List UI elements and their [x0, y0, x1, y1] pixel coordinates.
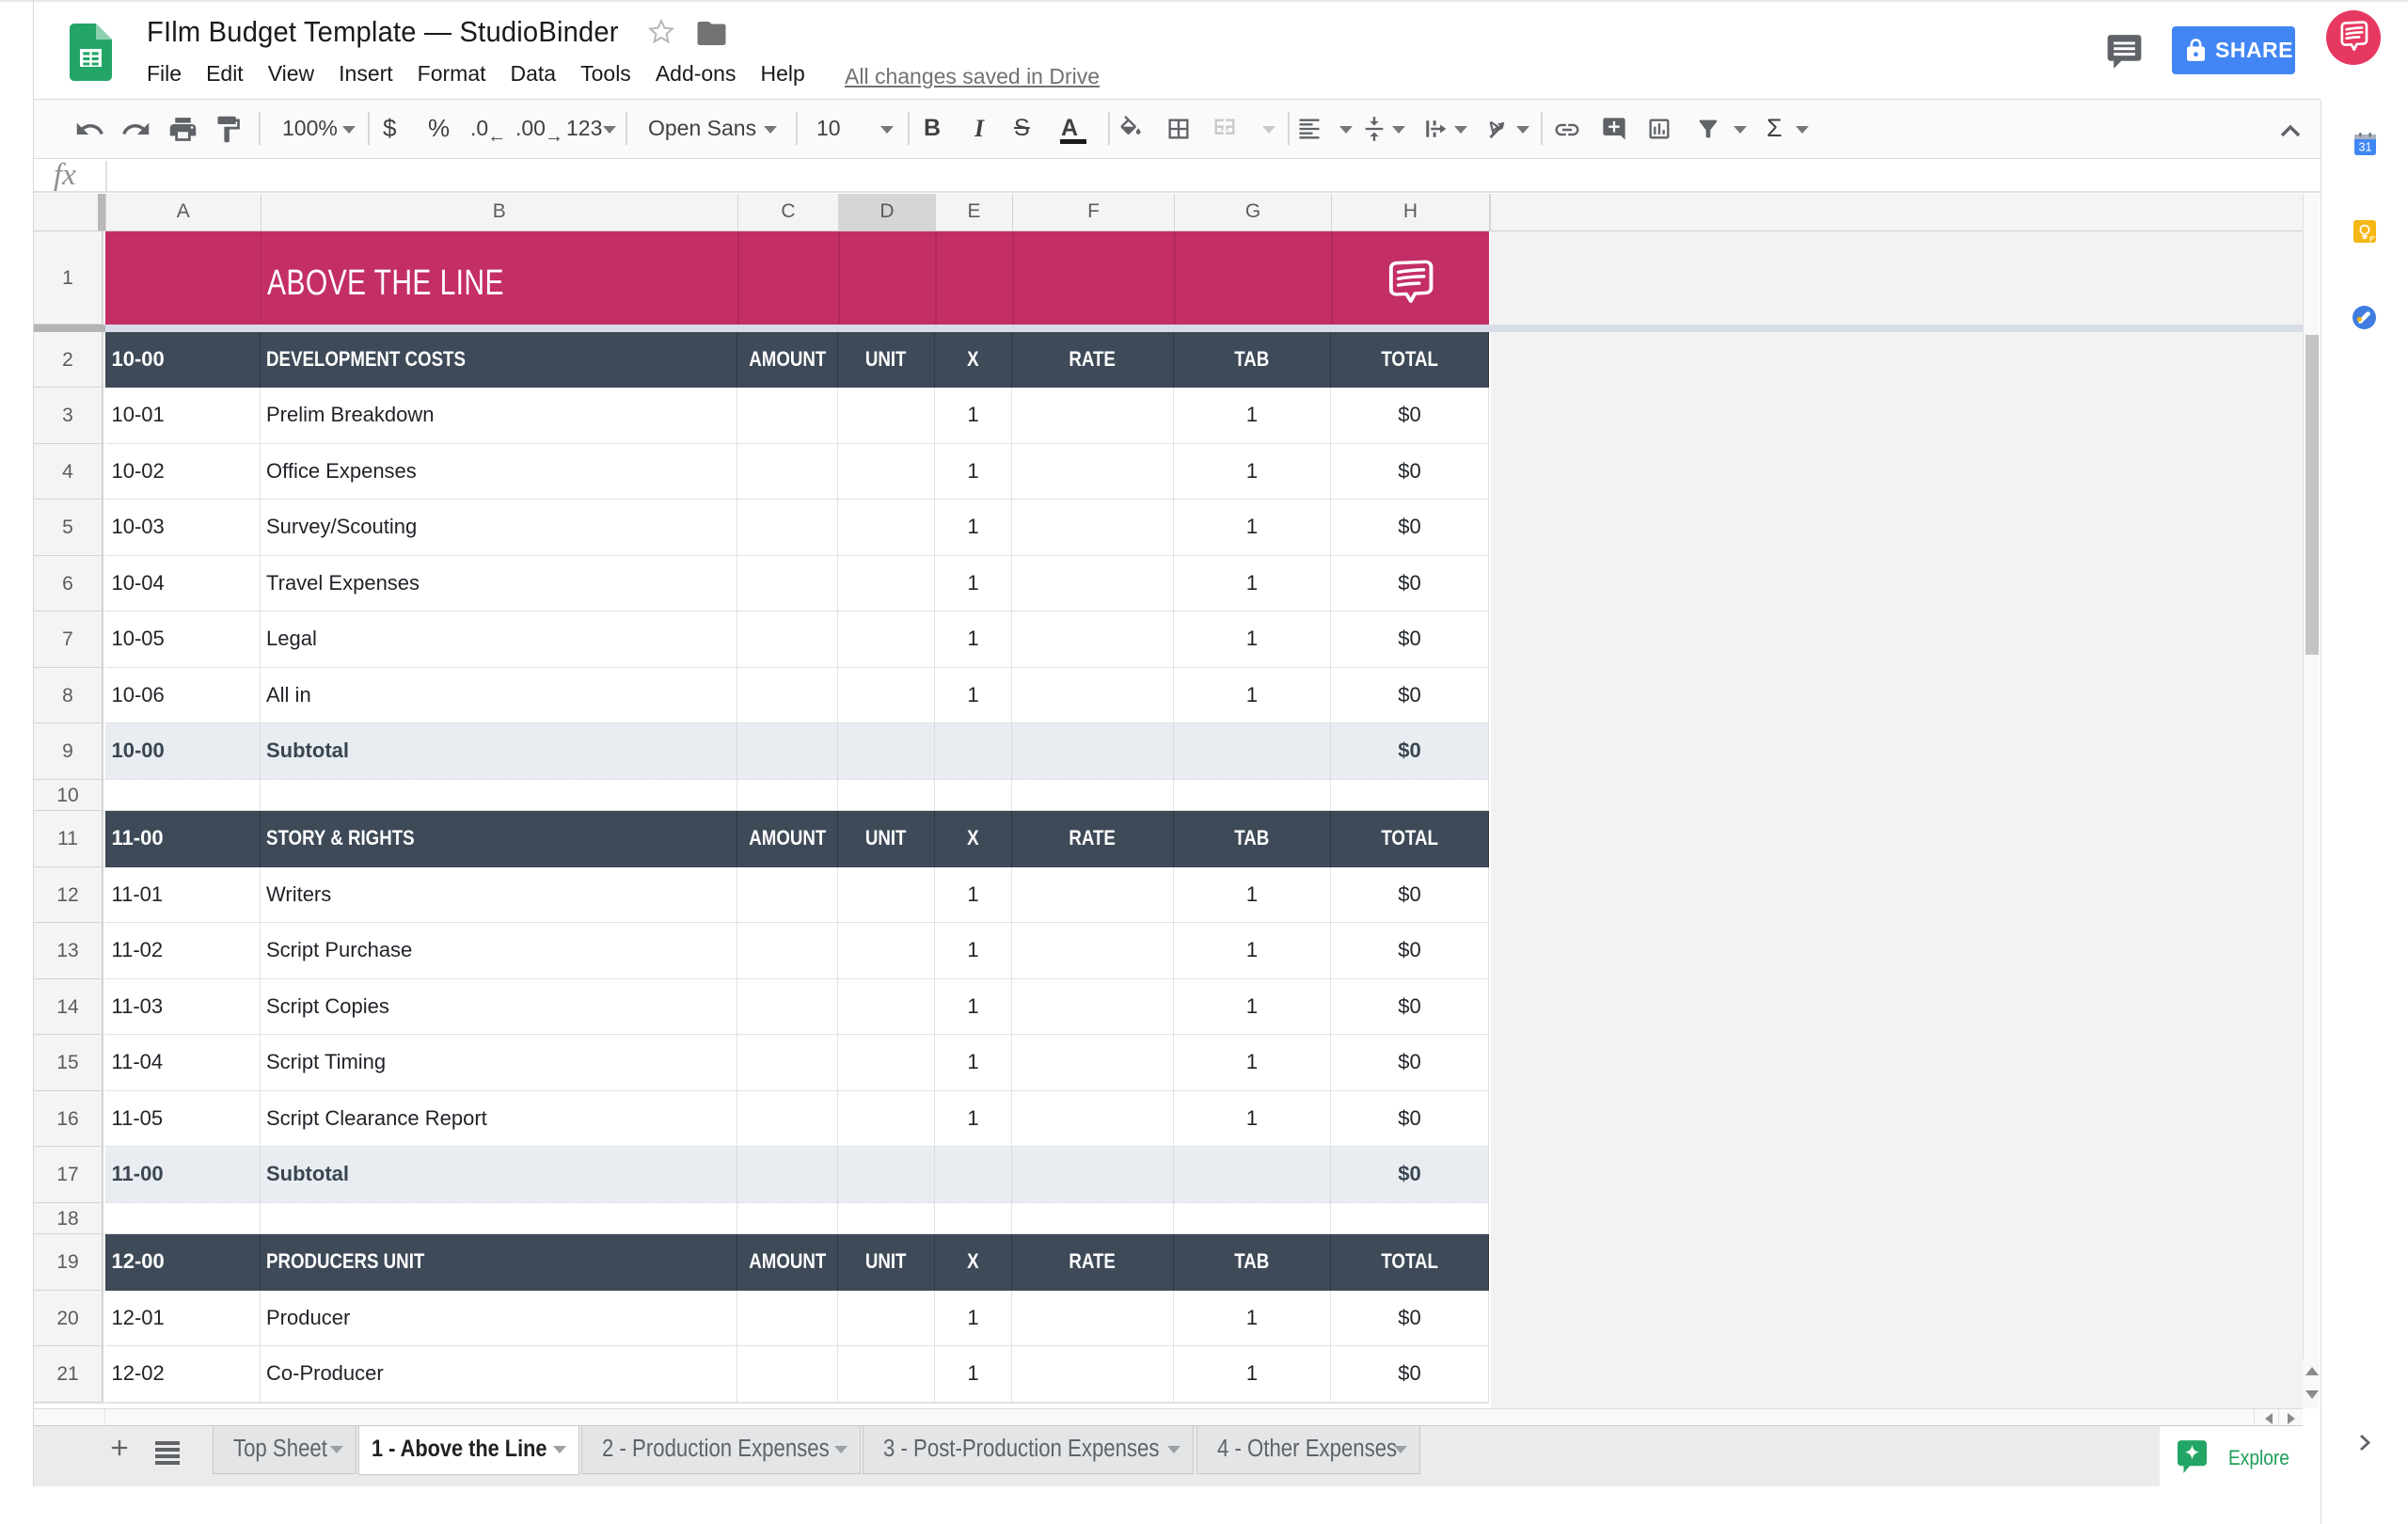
svg-text:31: 31: [2359, 141, 2372, 154]
